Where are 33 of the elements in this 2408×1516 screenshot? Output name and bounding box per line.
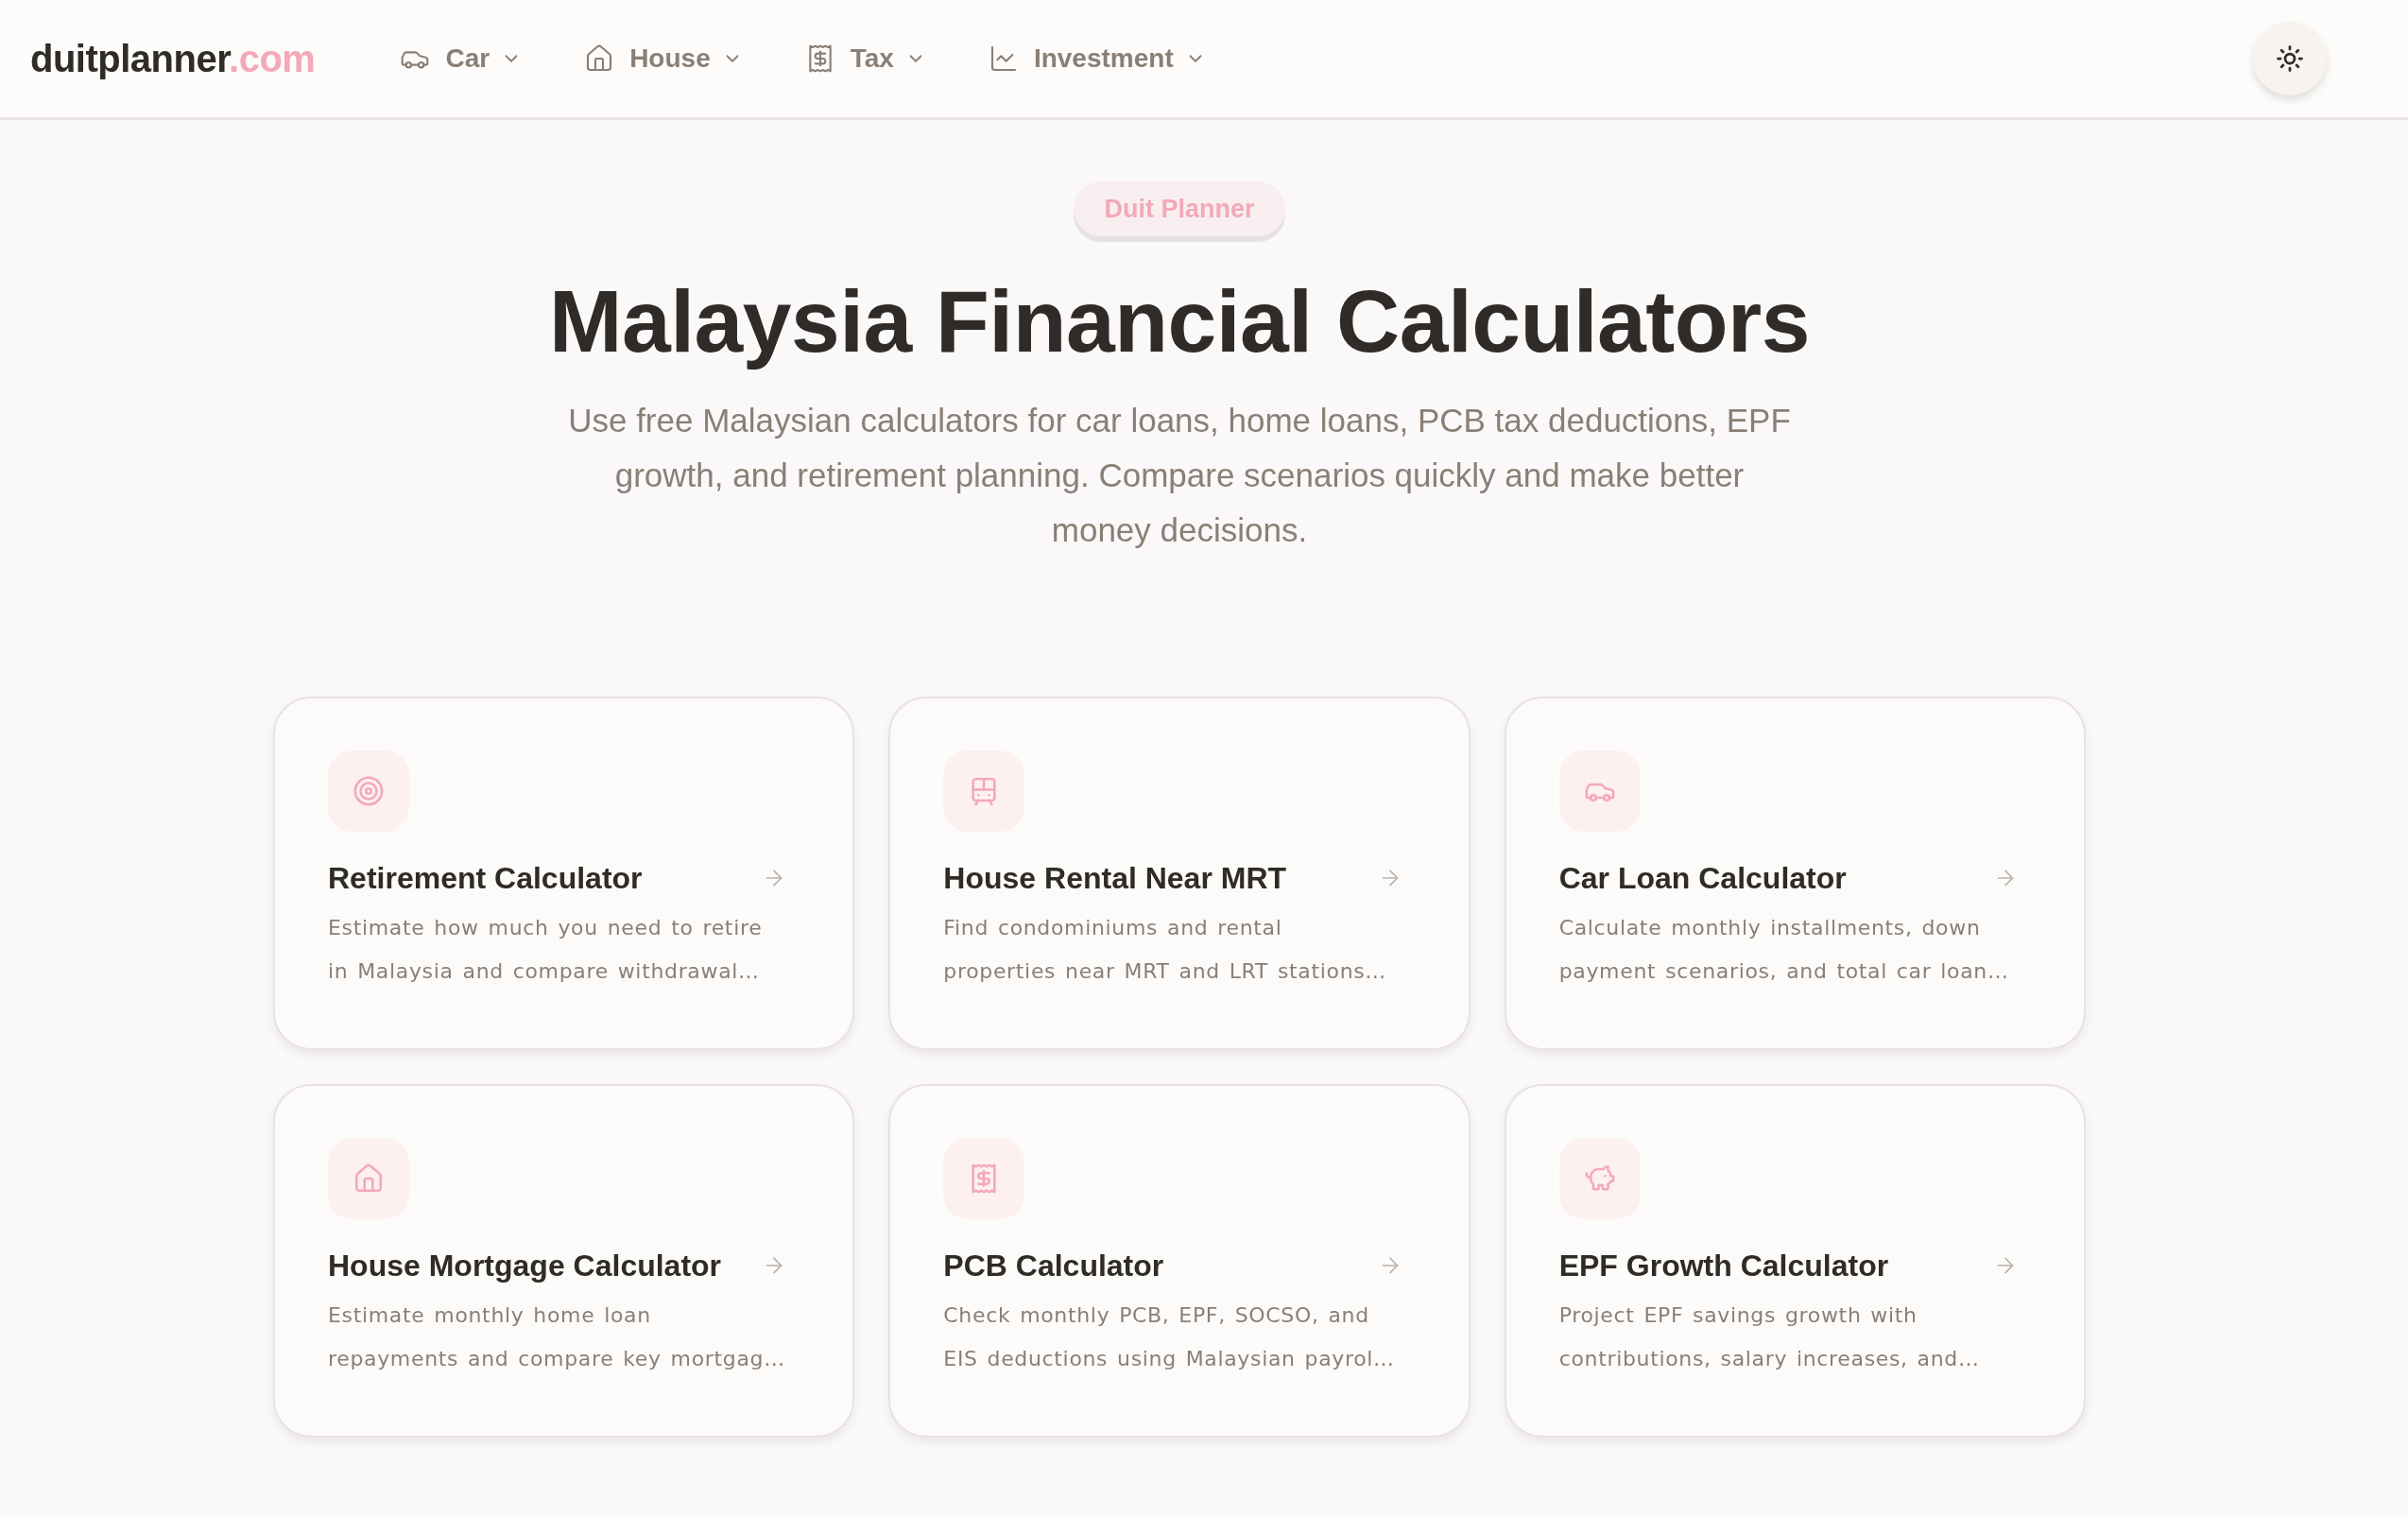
target-icon [328,750,409,832]
calculator-card[interactable]: PCB Calculator Check monthly PCB, EPF, SOCSO, and EIS deductions using Malaysian payrol… [888,1084,1471,1438]
card-title: EPF Growth Calculator [1558,1248,1889,1284]
theme-toggle-button[interactable] [2253,22,2327,95]
calculator-card[interactable]: House Rental Near MRT Find condominiums and rental properties near MRT and LRT stations… [888,697,1471,1050]
card-title: Car Loan Calculator [1558,860,1847,897]
train-icon [943,750,1025,832]
sun-icon [2276,44,2304,73]
calculator-card[interactable]: House Mortgage Calculator Estimate monthly home loan repayments and compare key mortgag… [273,1084,855,1438]
receipt-icon [943,1138,1025,1219]
site-logo[interactable]: duitplanner.com [30,40,316,78]
calculator-card[interactable]: Car Loan Calculator Calculate monthly installments, down payment scenarios, and total car loan… [1504,697,2086,1050]
card-title: PCB Calculator [943,1248,1164,1284]
calculator-card[interactable]: EPF Growth Calculator Project EPF savings growth with contributions, salary increases, and… [1504,1084,2086,1438]
house-icon [328,1138,409,1219]
calculator-card[interactable]: Retirement Calculator Estimate how much you need to retire in Malaysia and compare withdrawal… [273,697,855,1050]
page-title: Malaysia Financial Calculators [548,272,1810,370]
car-icon [1558,750,1641,832]
nav-menu-button[interactable]: House [584,36,743,81]
nav-menu-button[interactable]: Car [400,36,523,81]
card-description: Find condominiums and rental properties near MRT and LRT stations… [943,915,1388,985]
nav-menu-button[interactable]: Investment [988,36,1206,81]
card-title: House Mortgage Calculator [328,1248,722,1284]
page-subtitle: Use free Malaysian calculators for car loans, home loans, PCB tax deductions, EPF growth, and retirement planning. Compare scenarios quickly and make better money decisions. [567,401,1792,550]
card-title: House Rental Near MRT [943,860,1287,897]
card-description: Estimate monthly home loan repayments and compare key mortgag… [328,1302,786,1372]
nav-menu-button[interactable]: Tax [804,36,926,81]
card-description: Check monthly PCB, EPF, SOCSO, and EIS deductions using Malaysian payrol… [943,1302,1396,1372]
card-title: Retirement Calculator [328,860,643,897]
piggy-bank-icon [1558,1138,1641,1219]
card-description: Calculate monthly installments, down payment scenarios, and total car loan… [1558,915,2010,985]
card-description: Project EPF savings growth with contributions, salary increases, and… [1558,1302,1981,1372]
card-description: Estimate how much you need to retire in Malaysia and compare withdrawal… [328,915,764,985]
